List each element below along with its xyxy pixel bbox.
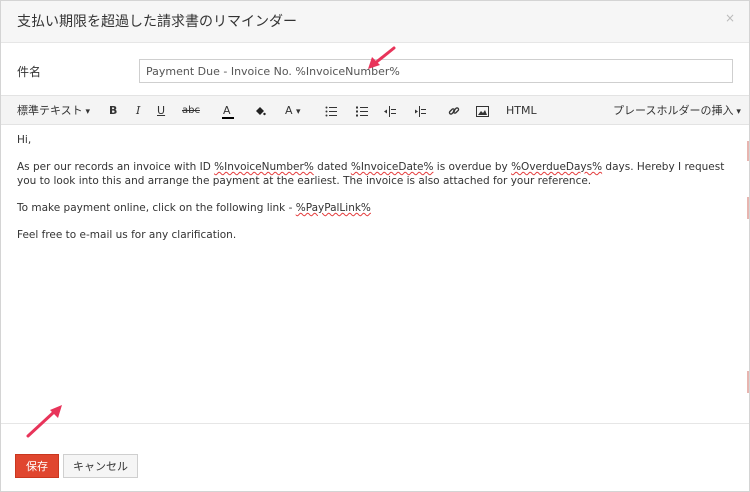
scroll-marker (747, 141, 749, 161)
insert-placeholder-dropdown[interactable]: プレースホルダーの挿入 (613, 96, 741, 126)
body-paragraph-2: To make payment online, click on the fol… (17, 202, 371, 214)
dialog-title: 支払い期限を超過した請求書のリマインダー (17, 14, 297, 30)
scroll-marker (747, 197, 749, 219)
cancel-button[interactable]: キャンセル (63, 454, 138, 478)
font-color-button[interactable]: A (222, 96, 234, 126)
link-icon[interactable] (448, 96, 460, 126)
subject-input[interactable] (139, 59, 733, 83)
close-icon[interactable]: × (725, 11, 735, 25)
annotation-arrow-icon (368, 46, 396, 69)
greeting-text: Hi, (17, 134, 32, 146)
bold-button[interactable]: B (109, 96, 117, 126)
invoice-number-placeholder: %InvoiceNumber% (214, 161, 314, 173)
underline-button[interactable]: U (157, 96, 165, 126)
font-size-icon: A (285, 104, 293, 117)
scroll-marker (747, 371, 749, 393)
font-color-bar (222, 117, 234, 119)
annotation-arrow-icon (26, 405, 62, 438)
numbered-list-icon[interactable] (356, 96, 368, 126)
outdent-icon[interactable] (414, 96, 426, 126)
email-body-editor[interactable]: Hi, As per our records an invoice with I… (1, 125, 749, 423)
bullet-list-icon[interactable] (325, 96, 337, 126)
text-format-dropdown[interactable]: 標準テキスト (17, 96, 90, 126)
save-button[interactable]: 保存 (15, 454, 59, 478)
italic-button[interactable]: I (136, 96, 140, 126)
dialog-footer: 保存 キャンセル (1, 423, 749, 491)
editor-toolbar: 標準テキスト B I U abc A A H (1, 95, 749, 125)
subject-label: 件名 (17, 65, 42, 79)
overdue-days-placeholder: %OverdueDays% (511, 161, 603, 173)
image-icon[interactable] (476, 96, 489, 126)
paypal-link-placeholder: %PayPalLink% (295, 202, 371, 214)
dialog-header: 支払い期限を超過した請求書のリマインダー × (1, 1, 749, 43)
font-color-icon: A (223, 104, 231, 117)
font-size-dropdown[interactable]: A (285, 96, 301, 126)
indent-icon[interactable] (384, 96, 396, 126)
body-paragraph-1: As per our records an invoice with ID %I… (17, 161, 725, 187)
html-button[interactable]: HTML (506, 96, 537, 126)
invoice-date-placeholder: %InvoiceDate% (350, 161, 434, 173)
body-paragraph-3: Feel free to e-mail us for any clarifica… (17, 229, 237, 241)
paint-bucket-icon[interactable] (254, 96, 266, 126)
strikethrough-button[interactable]: abc (182, 96, 200, 126)
